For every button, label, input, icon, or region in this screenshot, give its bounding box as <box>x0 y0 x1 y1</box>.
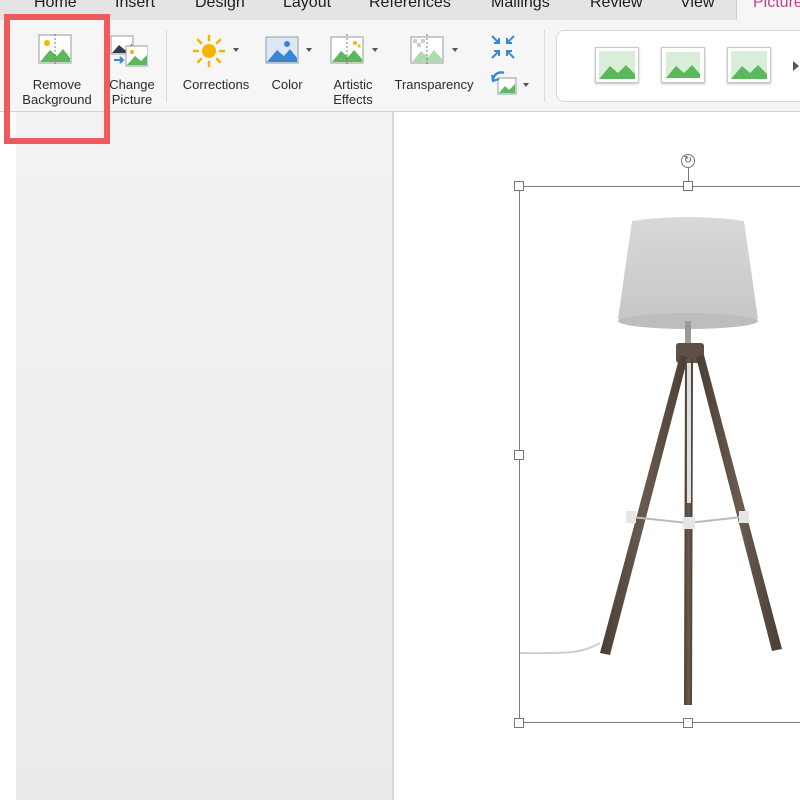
picture-styles-gallery <box>556 30 800 102</box>
compress-icon <box>491 35 515 59</box>
resize-handle-left[interactable] <box>514 450 524 460</box>
picture-style-image-icon <box>731 51 767 79</box>
artistic-effects-label-1: Artistic <box>333 77 373 92</box>
corrections-label: Corrections <box>182 77 250 92</box>
resize-handle-top-left[interactable] <box>514 181 524 191</box>
window-edge <box>0 112 16 800</box>
artistic-effects-icon <box>330 34 364 66</box>
corrections-icon <box>192 34 226 68</box>
transparency-dropdown-icon <box>452 48 458 52</box>
color-dropdown-icon <box>306 48 312 52</box>
compress-pictures-button[interactable] <box>490 34 516 60</box>
ribbon-separator <box>544 30 545 102</box>
remove-background-button[interactable]: Remove Background <box>18 20 96 110</box>
artistic-effects-label-2: Effects <box>333 92 373 107</box>
tab-layout[interactable]: Layout <box>283 0 331 12</box>
document-margin-area <box>16 112 392 800</box>
tab-references[interactable]: References <box>369 0 451 12</box>
artistic-effects-button[interactable]: Artistic Effects <box>322 20 384 110</box>
tab-picture[interactable]: Picture <box>736 0 800 20</box>
tab-review[interactable]: Review <box>590 0 642 12</box>
artistic-effects-dropdown-icon <box>372 48 378 52</box>
resize-handle-bottom[interactable] <box>683 718 693 728</box>
reset-picture-icon <box>491 71 517 95</box>
picture-style-thumbnail[interactable] <box>661 47 705 83</box>
change-picture-label-2: Picture <box>111 92 153 107</box>
tab-view[interactable]: View <box>680 0 714 12</box>
ribbon-separator <box>166 30 167 102</box>
color-button[interactable]: Color <box>262 20 314 110</box>
ribbon: Remove Background Change Picture Correct… <box>0 20 800 112</box>
resize-handle-top[interactable] <box>683 181 693 191</box>
reset-picture-button[interactable] <box>490 70 530 98</box>
color-label: Color <box>271 77 303 92</box>
tab-insert[interactable]: Insert <box>115 0 155 12</box>
page-edge <box>392 112 394 800</box>
picture-style-image-icon <box>666 52 700 78</box>
reset-picture-dropdown-icon <box>523 83 529 87</box>
tab-mailings[interactable]: Mailings <box>491 0 550 12</box>
gallery-scroll-right-icon[interactable] <box>793 61 799 71</box>
picture-style-thumbnail[interactable] <box>727 47 771 83</box>
selected-picture[interactable] <box>519 186 800 723</box>
picture-style-image-icon <box>599 51 635 79</box>
change-picture-label-1: Change <box>109 77 155 92</box>
rotate-handle-icon[interactable]: ↻ <box>681 154 695 168</box>
corrections-button[interactable]: Corrections <box>174 20 258 110</box>
change-picture-button[interactable]: Change Picture <box>104 20 160 110</box>
tab-home[interactable]: Home <box>34 0 77 12</box>
remove-background-label-2: Background <box>22 92 92 107</box>
resize-handle-bottom-left[interactable] <box>514 718 524 728</box>
transparency-label: Transparency <box>394 77 474 92</box>
picture-style-thumbnail[interactable] <box>595 47 639 83</box>
change-picture-icon <box>110 35 148 67</box>
remove-background-icon <box>38 34 72 64</box>
transparency-button[interactable]: Transparency <box>388 20 480 110</box>
tab-design[interactable]: Design <box>195 0 245 12</box>
corrections-dropdown-icon <box>233 48 239 52</box>
ribbon-tabs: Home Insert Design Layout References Mai… <box>0 0 800 20</box>
floor-lamp-image <box>519 217 782 705</box>
color-icon <box>265 36 299 64</box>
transparency-icon <box>410 34 444 66</box>
remove-background-label-1: Remove <box>32 77 82 92</box>
